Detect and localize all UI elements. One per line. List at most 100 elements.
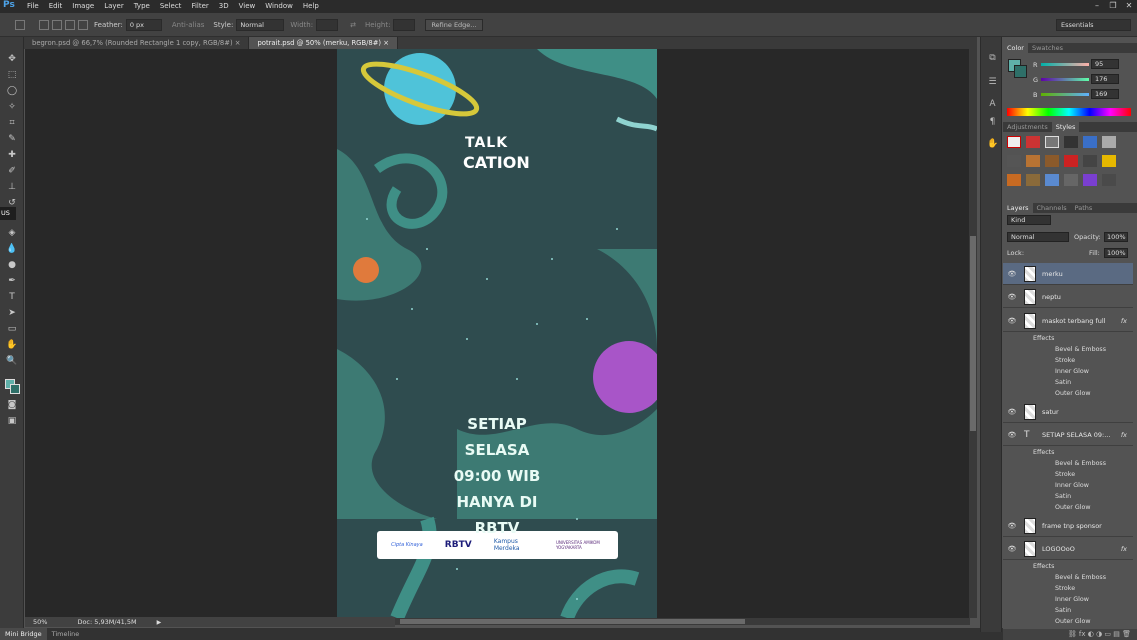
tab-potrait[interactable]: potrait.psd @ 50% (merku, RGB/8#) × <box>249 37 398 49</box>
subtract-selection-icon[interactable] <box>65 19 75 30</box>
fill-input[interactable]: 100% <box>1104 248 1128 258</box>
screen-mode-icon[interactable]: ▣ <box>5 415 19 427</box>
menu-select[interactable]: Select <box>155 0 187 13</box>
layer-row-frame[interactable]: 👁 frame tnp sponsor <box>1003 515 1133 537</box>
style-swatch[interactable] <box>1026 155 1040 167</box>
visibility-eye-icon[interactable]: 👁 <box>1006 317 1018 325</box>
style-swatch[interactable] <box>1064 174 1078 186</box>
marquee-tool-icon[interactable]: ⬚ <box>5 69 19 81</box>
fx-icon[interactable]: fx <box>1121 431 1127 439</box>
type-tool-icon[interactable]: T <box>5 291 19 303</box>
crop-tool-icon[interactable]: ⌗ <box>5 117 19 129</box>
b-input[interactable]: 169 <box>1091 89 1119 99</box>
zoom-tool-icon[interactable]: 🔍 <box>5 355 19 367</box>
lasso-tool-icon[interactable]: ◯ <box>5 85 19 97</box>
close-tab-icon[interactable]: × <box>383 39 389 47</box>
style-select[interactable]: Normal <box>236 18 285 31</box>
healing-brush-icon[interactable]: ✚ <box>5 149 19 161</box>
menu-filter[interactable]: Filter <box>186 0 213 13</box>
pen-tool-icon[interactable]: ✒ <box>5 275 19 287</box>
visibility-eye-icon[interactable]: 👁 <box>1006 408 1018 416</box>
background-color-swatch[interactable] <box>1014 65 1027 78</box>
layer-row-neptu[interactable]: 👁 neptu <box>1003 286 1133 308</box>
style-swatch[interactable] <box>1007 155 1021 167</box>
restore-icon[interactable]: ❐ <box>1105 0 1121 11</box>
magic-wand-icon[interactable]: ✧ <box>5 101 19 113</box>
effect-item[interactable]: Bevel & Emboss <box>1055 346 1106 353</box>
effect-item[interactable]: Stroke <box>1055 357 1075 364</box>
effect-item[interactable]: Bevel & Emboss <box>1055 460 1106 467</box>
width-input[interactable] <box>316 18 339 31</box>
menu-file[interactable]: File <box>22 0 44 13</box>
style-swatch[interactable] <box>1083 174 1097 186</box>
dodge-tool-icon[interactable]: ● <box>5 259 19 271</box>
style-swatch[interactable] <box>1083 155 1097 167</box>
visibility-eye-icon[interactable]: 👁 <box>1006 270 1018 278</box>
visibility-eye-icon[interactable]: 👁 <box>1006 293 1018 301</box>
blend-mode-select[interactable]: Normal <box>1007 232 1069 242</box>
poster-canvas[interactable]: TALK CATION SETIAP SELASA 09:00 WIB HANY… <box>337 49 657 618</box>
tab-adjustments[interactable]: Adjustments <box>1003 122 1052 132</box>
menu-help[interactable]: Help <box>298 0 324 13</box>
swap-icon[interactable]: ⇄ <box>350 21 356 29</box>
layer-row-merku[interactable]: 👁 merku <box>1003 263 1133 285</box>
antialias-checkbox[interactable]: Anti-alias <box>172 21 205 29</box>
feather-input[interactable]: 0 px <box>125 18 162 31</box>
marquee-preset-icon[interactable] <box>15 19 25 30</box>
close-tab-icon[interactable]: × <box>235 39 241 47</box>
layer-row-satur[interactable]: 👁 satur <box>1003 401 1133 423</box>
tab-begron[interactable]: begron.psd @ 66,7% (Rounded Rectangle 1 … <box>24 37 250 49</box>
properties-panel-icon[interactable]: ☰ <box>987 77 998 88</box>
shape-tool-icon[interactable]: ▭ <box>5 323 19 335</box>
effect-item[interactable]: Bevel & Emboss <box>1055 574 1106 581</box>
menu-3d[interactable]: 3D <box>214 0 234 13</box>
g-input[interactable]: 176 <box>1091 74 1119 84</box>
effect-item[interactable]: Stroke <box>1055 585 1075 592</box>
r-input[interactable]: 95 <box>1091 59 1119 69</box>
menu-window[interactable]: Window <box>260 0 298 13</box>
effect-item[interactable]: Satin <box>1055 607 1071 614</box>
effect-item[interactable]: Outer Glow <box>1055 390 1091 397</box>
layer-kind-filter[interactable]: Kind <box>1007 215 1051 225</box>
style-swatch[interactable] <box>1026 136 1040 148</box>
visibility-eye-icon[interactable]: 👁 <box>1006 545 1018 553</box>
effect-item[interactable]: Inner Glow <box>1055 596 1089 603</box>
path-select-icon[interactable]: ➤ <box>5 307 19 319</box>
b-slider[interactable] <box>1041 93 1089 96</box>
color-spectrum[interactable] <box>1007 108 1131 116</box>
style-swatch[interactable] <box>1007 174 1021 186</box>
tab-styles[interactable]: Styles <box>1051 122 1080 132</box>
menu-edit[interactable]: Edit <box>44 0 68 13</box>
effect-item[interactable]: Inner Glow <box>1055 482 1089 489</box>
refine-edge-button[interactable]: Refine Edge... <box>425 18 483 31</box>
layer-row-logo[interactable]: 👁 LOGOOoO fx <box>1003 538 1133 560</box>
paint-bucket-icon[interactable]: ◈ <box>5 227 19 239</box>
visibility-eye-icon[interactable]: 👁 <box>1006 431 1018 439</box>
effect-item[interactable]: Satin <box>1055 493 1071 500</box>
tab-channels[interactable]: Channels <box>1033 203 1071 213</box>
fx-icon[interactable]: fx <box>1121 317 1127 325</box>
tab-timeline[interactable]: Timeline <box>47 628 85 640</box>
style-swatch[interactable] <box>1064 136 1078 148</box>
effect-item[interactable]: Satin <box>1055 379 1071 386</box>
layers-footer-icons[interactable]: ⛓ fx ◐ ◑ ▭ ▤ 🗑 <box>1003 629 1137 640</box>
menu-view[interactable]: View <box>234 0 261 13</box>
effect-item[interactable]: Inner Glow <box>1055 368 1089 375</box>
r-slider[interactable] <box>1041 63 1089 66</box>
opacity-input[interactable]: 100% <box>1104 232 1128 242</box>
effect-item[interactable]: Outer Glow <box>1055 618 1091 625</box>
hand-tool-icon[interactable]: ✋ <box>5 339 19 351</box>
style-swatch[interactable] <box>1102 136 1116 148</box>
style-swatch[interactable] <box>1045 155 1059 167</box>
tab-swatches[interactable]: Swatches <box>1028 43 1067 53</box>
brush-tool-icon[interactable]: ✐ <box>5 165 19 177</box>
eyedropper-icon[interactable]: ✎ <box>5 133 19 145</box>
g-slider[interactable] <box>1041 78 1089 81</box>
status-arrow-icon[interactable]: ▶ <box>157 619 162 626</box>
tab-mini-bridge[interactable]: Mini Bridge <box>0 628 47 640</box>
style-swatch[interactable] <box>1007 136 1021 148</box>
minimize-icon[interactable]: – <box>1089 0 1105 11</box>
effect-item[interactable]: Outer Glow <box>1055 504 1091 511</box>
history-panel-icon[interactable]: ⧉ <box>987 53 998 64</box>
layer-row-maskot[interactable]: 👁 maskot terbang full fx <box>1003 310 1133 332</box>
